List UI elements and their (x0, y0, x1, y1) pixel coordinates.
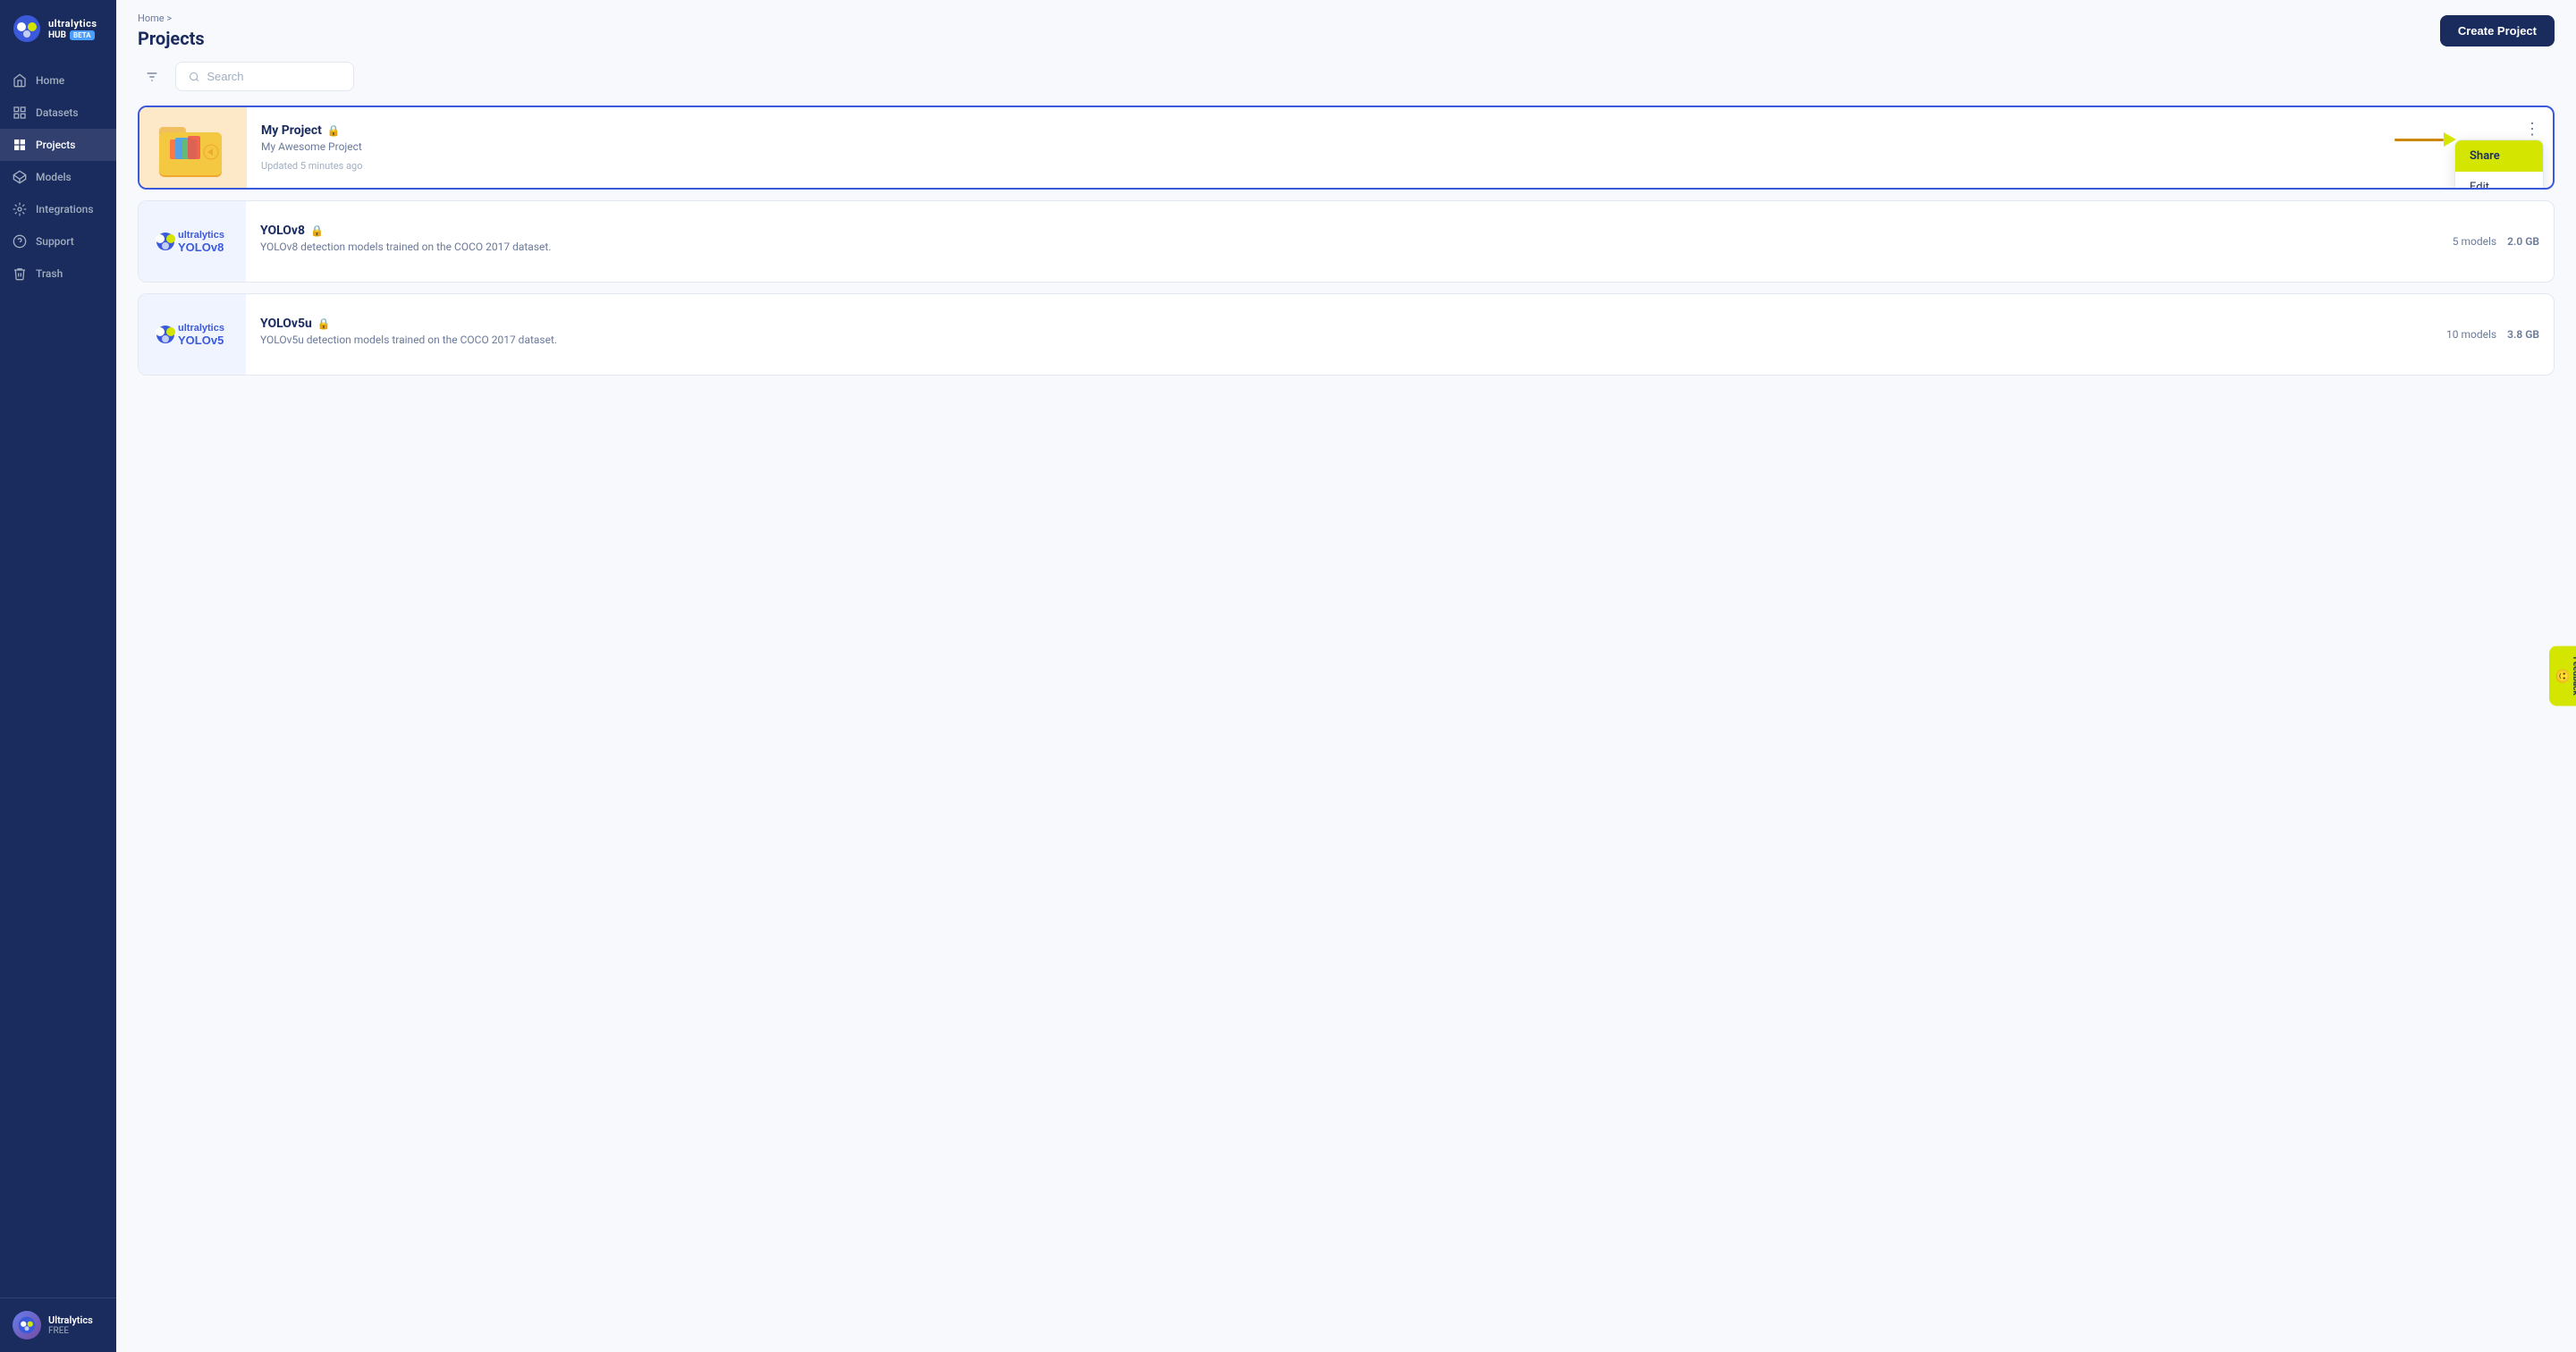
yolov5u-logo-svg: ultralytics YOLOv5 (148, 312, 237, 357)
lock-icon-yolov8: 🔒 (310, 224, 324, 237)
top-bar: Home > Projects Create Project (116, 0, 2576, 62)
project-thumbnail-yolov5u: ultralytics YOLOv5 (139, 294, 246, 375)
folder-illustration (157, 116, 229, 179)
user-plan: FREE (48, 1326, 93, 1336)
sidebar-item-home[interactable]: Home (0, 64, 116, 97)
project-name-yolov8: YOLOv8 (260, 224, 305, 238)
projects-icon (13, 138, 27, 152)
user-info[interactable]: Ultralytics FREE (13, 1311, 104, 1339)
arrow-head (2444, 132, 2456, 147)
project-name-yolov5u: YOLOv5u (260, 317, 312, 331)
sidebar-item-support[interactable]: Support (0, 225, 116, 258)
project-updated-my-project: Updated 5 minutes ago (261, 160, 2443, 172)
project-models-yolov5u: 10 models (2446, 328, 2496, 341)
project-card-yolov5u[interactable]: ultralytics YOLOv5 YOLOv5u 🔒 YOLOv5u det… (138, 293, 2555, 376)
breadcrumb: Home > (138, 13, 205, 24)
svg-text:ultralytics: ultralytics (178, 230, 224, 241)
datasets-icon (13, 106, 27, 120)
support-icon (13, 234, 27, 249)
svg-text:YOLOv8: YOLOv8 (178, 241, 224, 254)
feedback-tab[interactable]: Feedback 🙂 (2549, 646, 2576, 706)
project-models-yolov8: 5 models (2453, 235, 2496, 248)
project-name-my-project: My Project (261, 123, 322, 138)
trash-icon (13, 266, 27, 281)
project-desc-my-project: My Awesome Project (261, 140, 2443, 153)
lock-icon-my-project: 🔒 (327, 124, 341, 137)
feedback-icon: 🙂 (2555, 668, 2569, 683)
models-icon (13, 170, 27, 184)
sidebar-item-projects-label: Projects (36, 139, 75, 151)
filter-icon (145, 70, 159, 84)
project-card-my-project[interactable]: My Project 🔒 My Awesome Project Updated … (138, 106, 2555, 190)
arrow-line (2394, 139, 2444, 141)
project-meta-yolov5u: 10 models 3.8 GB (2446, 328, 2554, 341)
sidebar-item-trash[interactable]: Trash (0, 258, 116, 290)
sidebar-nav: Home Datasets Projects Models (0, 61, 116, 1297)
dropdown-edit[interactable]: Edit (2455, 172, 2543, 190)
project-size-yolov8: 2.0 GB (2507, 235, 2539, 248)
share-arrow-container (2394, 132, 2456, 147)
sidebar-bottom: Ultralytics FREE (0, 1297, 116, 1352)
logo-beta: BETA (70, 30, 95, 40)
sidebar-item-datasets[interactable]: Datasets (0, 97, 116, 129)
lock-icon-yolov5u: 🔒 (317, 317, 331, 330)
svg-text:YOLOv5: YOLOv5 (178, 334, 224, 347)
dropdown-share[interactable]: Share (2455, 140, 2543, 172)
avatar-icon (18, 1316, 36, 1334)
project-info-my-project: My Project 🔒 My Awesome Project Updated … (247, 111, 2457, 184)
home-icon (13, 73, 27, 88)
user-name: Ultralytics (48, 1314, 93, 1326)
integrations-icon (13, 202, 27, 216)
sidebar-item-projects[interactable]: Projects (0, 129, 116, 161)
toolbar (138, 62, 2555, 91)
project-meta-yolov8: 5 models 2.0 GB (2453, 235, 2554, 248)
create-project-button[interactable]: Create Project (2440, 15, 2555, 46)
avatar (13, 1311, 41, 1339)
project-info-yolov8: YOLOv8 🔒 YOLOv8 detection models trained… (246, 211, 2453, 273)
sidebar-item-trash-label: Trash (36, 267, 63, 280)
yolov8-logo-svg: ultralytics YOLOv8 (148, 219, 237, 264)
projects-area: My Project 🔒 My Awesome Project Updated … (116, 62, 2576, 1352)
project-desc-yolov5u: YOLOv5u detection models trained on the … (260, 334, 2432, 346)
project-card-yolov8[interactable]: ultralytics YOLOv8 YOLOv8 🔒 YOLOv8 detec… (138, 200, 2555, 283)
filter-button[interactable] (138, 64, 166, 89)
project-thumbnail-my-project (139, 107, 247, 188)
sidebar-item-models[interactable]: Models (0, 161, 116, 193)
feedback-label: Feedback (2571, 656, 2576, 695)
sidebar-item-support-label: Support (36, 235, 74, 248)
search-box (175, 62, 354, 91)
logo: ultralytics HUB BETA (0, 0, 116, 61)
page-title: Projects (138, 28, 205, 49)
sidebar-item-datasets-label: Datasets (36, 106, 79, 119)
sidebar: ultralytics HUB BETA Home Datasets (0, 0, 116, 1352)
project-dropdown-menu: Share Edit Delete (2454, 139, 2544, 190)
breadcrumb-home[interactable]: Home (138, 13, 165, 24)
main-content: Home > Projects Create Project (116, 0, 2576, 1352)
sidebar-item-models-label: Models (36, 171, 72, 183)
search-icon (189, 71, 199, 83)
logo-text: ultralytics (48, 18, 97, 30)
project-desc-yolov8: YOLOv8 detection models trained on the C… (260, 241, 2438, 253)
ultralytics-logo-icon (13, 14, 41, 43)
project-thumbnail-yolov8: ultralytics YOLOv8 (139, 201, 246, 282)
sidebar-item-home-label: Home (36, 74, 64, 87)
sidebar-item-integrations-label: Integrations (36, 203, 94, 215)
project-info-yolov5u: YOLOv5u 🔒 YOLOv5u detection models train… (246, 304, 2446, 366)
project-size-yolov5u: 3.8 GB (2507, 328, 2539, 341)
sidebar-item-integrations[interactable]: Integrations (0, 193, 116, 225)
logo-hub: HUB (48, 30, 66, 40)
breadcrumb-separator: > (166, 13, 172, 24)
svg-text:ultralytics: ultralytics (178, 323, 224, 334)
search-input[interactable] (207, 70, 341, 83)
